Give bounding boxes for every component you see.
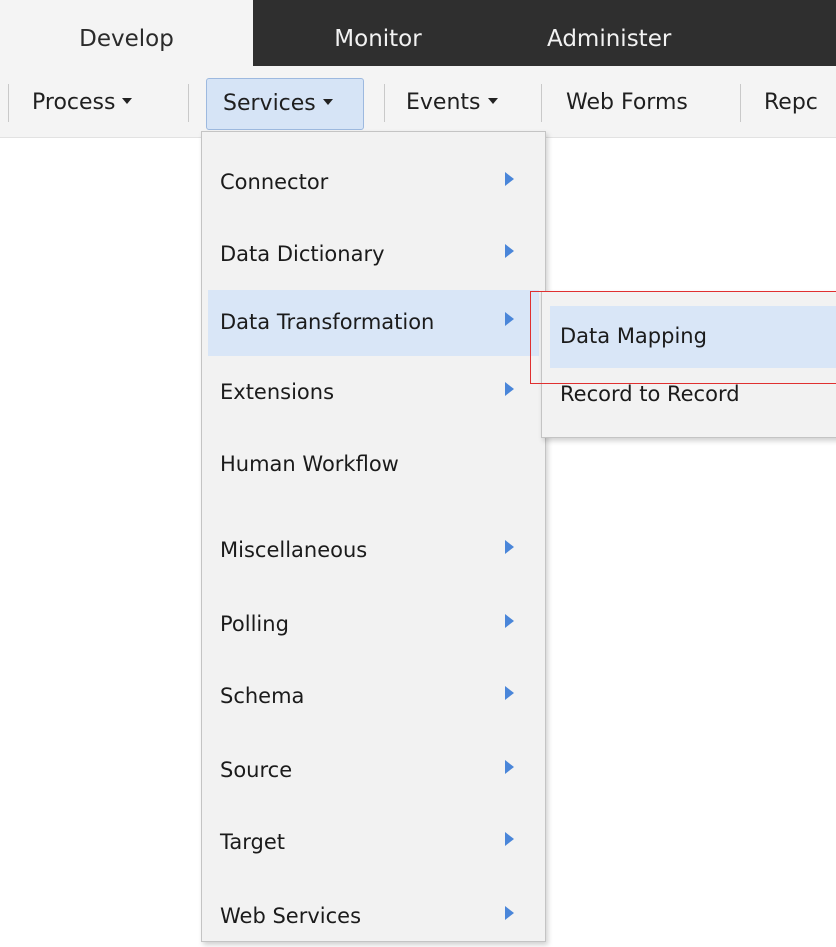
menu-reports-label: Repc [764,90,818,115]
submenu-arrow-icon [505,312,514,326]
caret-down-icon [487,98,498,104]
menu-item-data-mapping[interactable]: Data Mapping [550,306,836,368]
menu-item-miscellaneous[interactable]: Miscellaneous [208,518,539,584]
menu-events-label: Events [406,90,481,115]
menu-separator [740,84,741,122]
data-transformation-submenu: Data Mapping Record to Record [541,291,836,438]
menu-item-label: Miscellaneous [220,538,368,562]
menu-separator [188,84,189,122]
menu-item-source[interactable]: Source [208,738,539,804]
menu-item-label: Connector [220,170,329,194]
menu-web-forms[interactable]: Web Forms [566,66,688,138]
caret-down-icon [122,98,133,104]
menu-item-label: Extensions [220,380,335,404]
submenu-arrow-icon [505,760,514,774]
submenu-arrow-icon [505,540,514,554]
top-tab-bar: Develop Monitor Administer [0,0,836,66]
menu-item-label: Schema [220,684,305,708]
menu-item-connector[interactable]: Connector [208,150,539,216]
menu-item-label: Web Services [220,904,362,928]
menu-item-label: Source [220,758,293,782]
menu-item-label: Data Mapping [560,324,707,348]
menu-item-data-dictionary[interactable]: Data Dictionary [208,222,539,288]
submenu-arrow-icon [505,906,514,920]
menu-item-label: Record to Record [560,382,740,406]
menu-services-label: Services [223,91,316,116]
services-dropdown-menu: Connector Data Dictionary Data Transform… [201,131,546,942]
menu-item-data-transformation[interactable]: Data Transformation [208,290,539,356]
menu-process-label: Process [32,90,116,115]
menu-item-target[interactable]: Target [208,810,539,876]
menu-item-label: Human Workflow [220,452,399,476]
tab-monitor[interactable]: Monitor [253,0,503,66]
menu-item-label: Target [220,830,285,854]
menu-separator [8,84,9,122]
tab-develop[interactable]: Develop [0,0,253,66]
menu-separator [384,84,385,122]
caret-down-icon [322,99,333,105]
submenu-arrow-icon [505,832,514,846]
menu-item-polling[interactable]: Polling [208,592,539,658]
menu-item-label: Data Dictionary [220,242,385,266]
submenu-arrow-icon [505,382,514,396]
menu-separator [541,84,542,122]
menu-item-label: Polling [220,612,289,636]
menu-reports[interactable]: Repc [764,66,818,138]
submenu-arrow-icon [505,244,514,258]
menu-item-extensions[interactable]: Extensions [208,360,539,426]
submenu-arrow-icon [505,686,514,700]
menu-process[interactable]: Process [32,66,133,138]
tab-administer[interactable]: Administer [503,0,836,66]
submenu-arrow-icon [505,172,514,186]
menu-web-forms-label: Web Forms [566,90,688,115]
menu-item-schema[interactable]: Schema [208,664,539,730]
submenu-arrow-icon [505,614,514,628]
menu-events[interactable]: Events [406,66,498,138]
menu-item-record-to-record[interactable]: Record to Record [550,364,836,426]
menu-services[interactable]: Services [206,78,364,130]
menu-item-web-services[interactable]: Web Services [208,884,539,940]
menu-item-label: Data Transformation [220,310,435,334]
menu-item-human-workflow[interactable]: Human Workflow [208,432,539,498]
